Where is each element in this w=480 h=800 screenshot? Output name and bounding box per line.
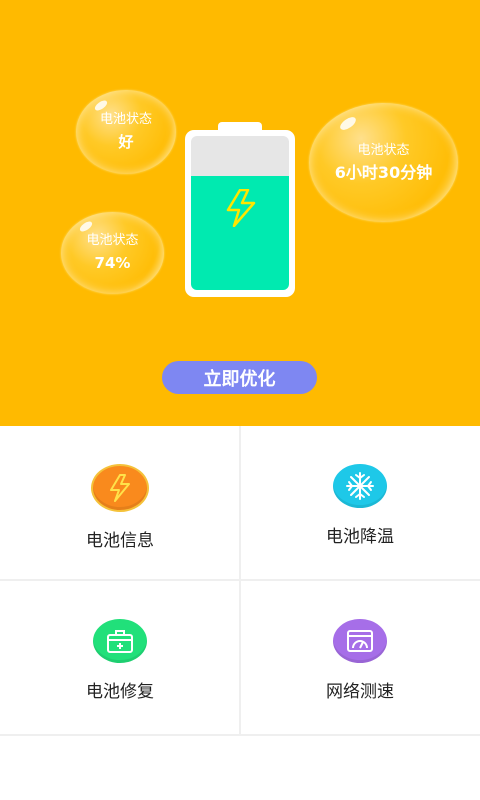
tile-label: 电池修复	[86, 682, 154, 702]
battery-remaining-time-bubble: 电池状态 6小时30分钟	[309, 103, 458, 222]
bubble-label: 电池状态	[357, 142, 410, 158]
battery-cooling-tile[interactable]: 电池降温	[240, 426, 480, 581]
bubble-shine	[338, 114, 358, 133]
speed-gauge-icon	[333, 619, 387, 663]
bubble-label: 电池状态	[99, 112, 152, 127]
bubble-label: 电池状态	[86, 233, 139, 248]
optimize-now-button[interactable]: 立即优化	[162, 361, 317, 394]
battery-repair-tile[interactable]: 电池修复	[0, 581, 240, 736]
battery-empty-portion	[191, 136, 289, 176]
lightning-icon	[91, 464, 149, 512]
lightning-bolt-icon	[226, 189, 256, 227]
battery-graphic	[185, 130, 295, 297]
tile-label: 电池信息	[86, 531, 154, 551]
network-speed-test-tile[interactable]: 网络测速	[240, 581, 480, 736]
battery-level-bubble: 电池状态 74%	[61, 212, 164, 294]
bubble-value: 6小时30分钟	[334, 162, 433, 182]
bubble-value: 74%	[94, 254, 131, 272]
battery-condition-bubble: 电池状态 好	[76, 90, 176, 174]
battery-status-panel: 电池状态 好 电池状态 74% 电池状态 6小时30分钟 立即优化	[0, 0, 480, 426]
battery-fill-level	[191, 176, 289, 290]
tile-label: 网络测速	[326, 682, 394, 702]
snowflake-icon	[333, 464, 387, 508]
toolbox-icon	[93, 619, 147, 663]
tile-label: 电池降温	[326, 527, 394, 547]
feature-grid: 电池信息 电池降温 电池修复 网络测速	[0, 426, 480, 736]
bubble-value: 好	[118, 133, 134, 151]
battery-info-tile[interactable]: 电池信息	[0, 426, 240, 581]
